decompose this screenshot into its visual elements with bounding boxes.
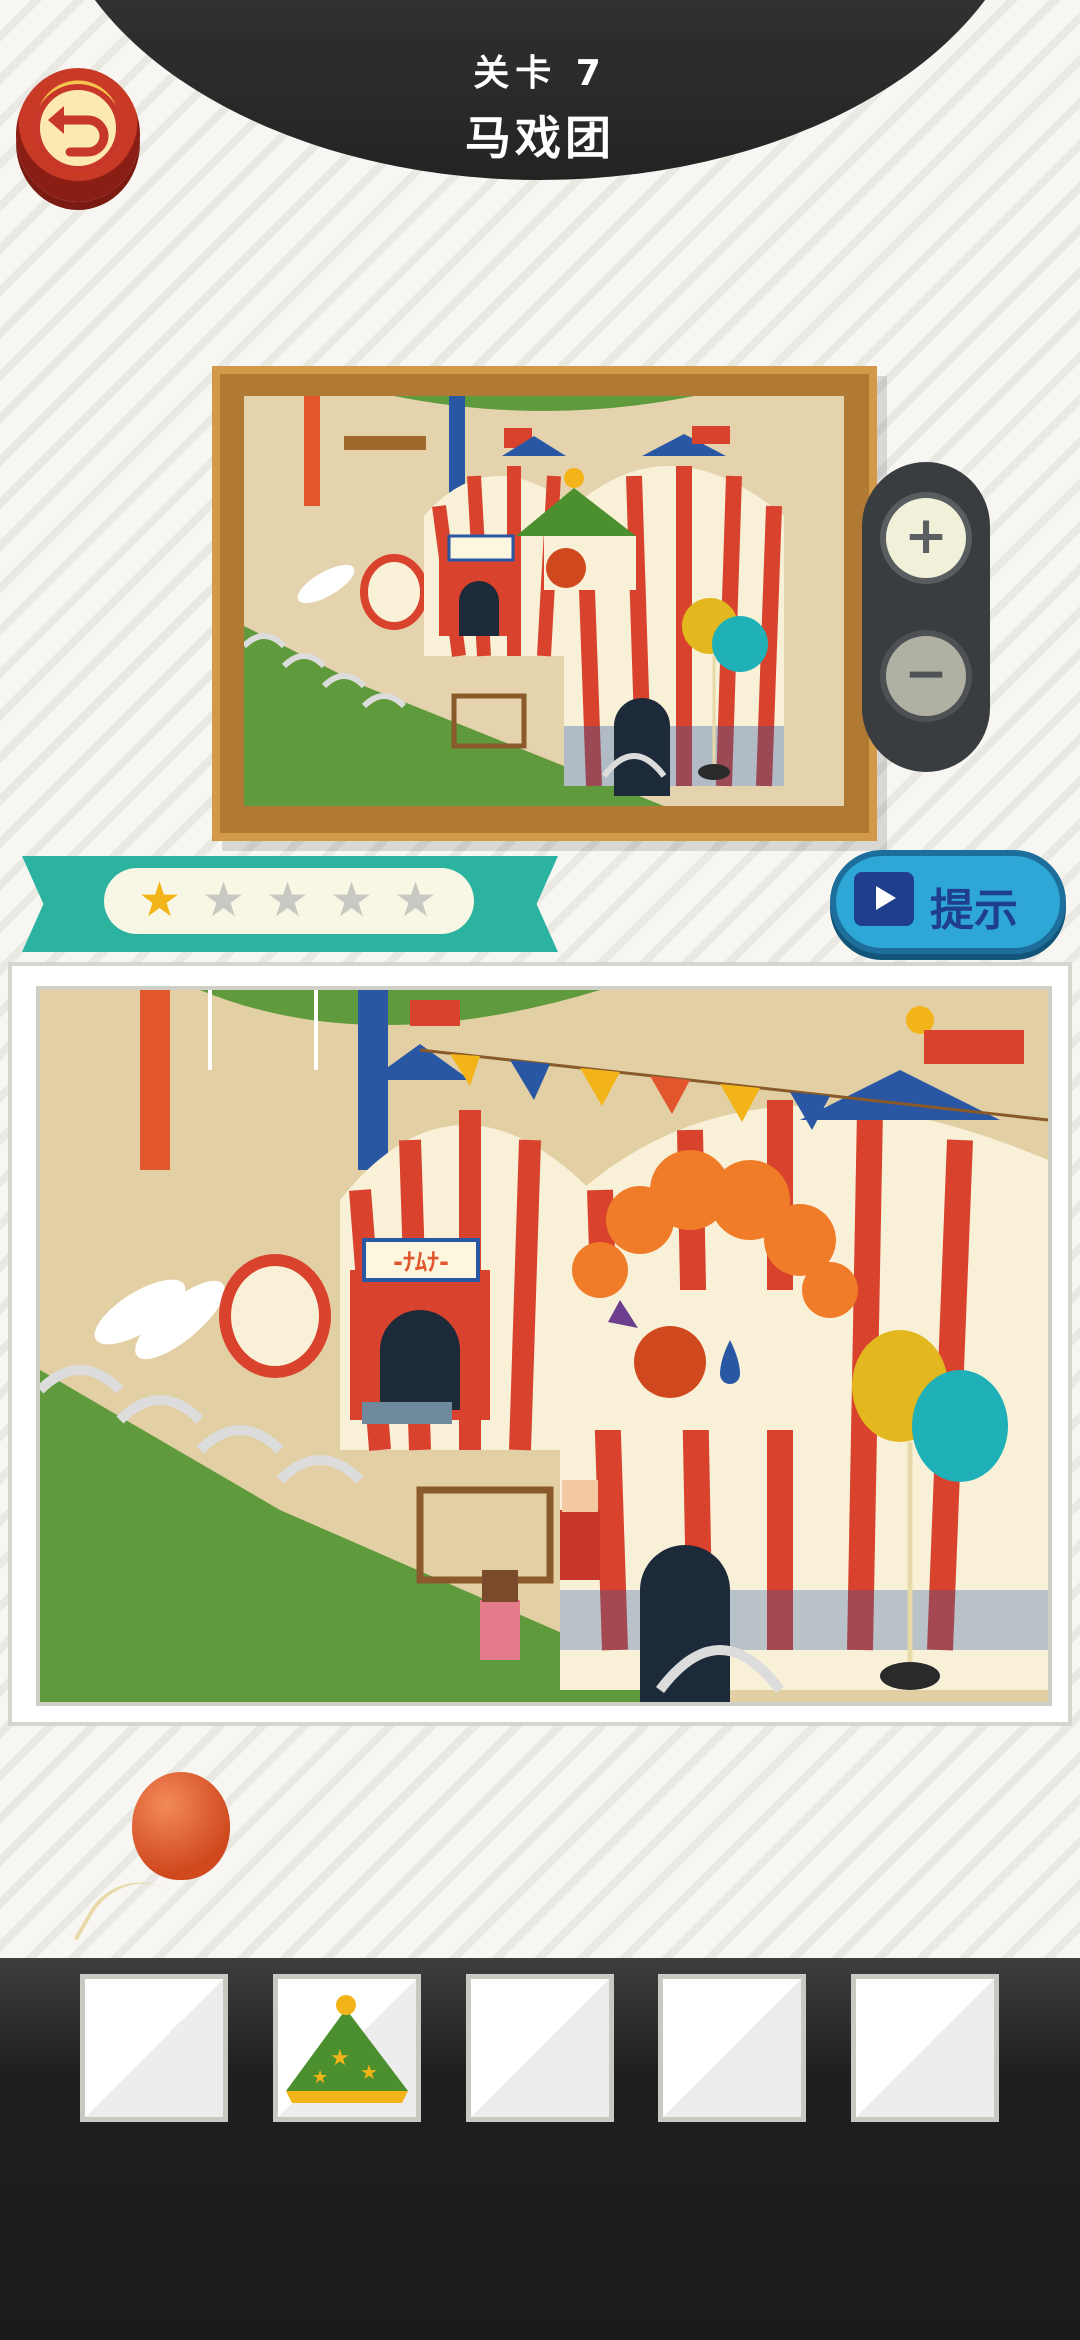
- level-title: 马戏团: [465, 111, 615, 165]
- reference-scene: [244, 396, 844, 806]
- svg-text:★: ★: [360, 2060, 378, 2084]
- undo-arrow-icon: [34, 84, 122, 172]
- hint-label: 提示: [930, 885, 1018, 936]
- level-number: 关卡 7: [473, 53, 607, 94]
- star-empty-icon: ★: [266, 872, 310, 928]
- zoom-in-icon: +: [904, 506, 948, 566]
- star-rating: ★ ★ ★ ★ ★: [104, 868, 474, 934]
- ticket-sign: -ﾅﾑﾅ-: [393, 1248, 449, 1276]
- star-empty-icon: ★: [330, 872, 374, 928]
- star-empty-icon: ★: [202, 872, 246, 928]
- star-filled-icon: ★: [138, 872, 182, 928]
- reference-picture-frame: [212, 366, 877, 841]
- zoom-in-button[interactable]: +: [880, 492, 972, 584]
- svg-text:★: ★: [312, 2067, 328, 2088]
- party-hat-icon: ★ ★ ★: [286, 1995, 408, 2103]
- tv-play-icon: [854, 872, 914, 926]
- balloon-item[interactable]: [132, 1772, 230, 1880]
- main-scene[interactable]: -ﾅﾑﾅ-: [36, 986, 1052, 1706]
- zoom-control: + −: [862, 462, 990, 772]
- inventory-slot-5[interactable]: [851, 1974, 999, 2122]
- back-button[interactable]: [16, 68, 140, 202]
- svg-text:★: ★: [330, 2046, 350, 2071]
- hint-button[interactable]: 提示: [830, 850, 1066, 954]
- main-picture-frame: -ﾅﾑﾅ-: [8, 962, 1072, 1726]
- inventory-slot-1[interactable]: [80, 1974, 228, 2122]
- zoom-out-icon: −: [904, 644, 948, 704]
- inventory-slot-3[interactable]: [466, 1974, 614, 2122]
- zoom-out-button[interactable]: −: [880, 630, 972, 722]
- star-empty-icon: ★: [394, 872, 438, 928]
- inventory-slot-4[interactable]: [658, 1974, 806, 2122]
- inventory-slot-2[interactable]: ★ ★ ★: [273, 1974, 421, 2122]
